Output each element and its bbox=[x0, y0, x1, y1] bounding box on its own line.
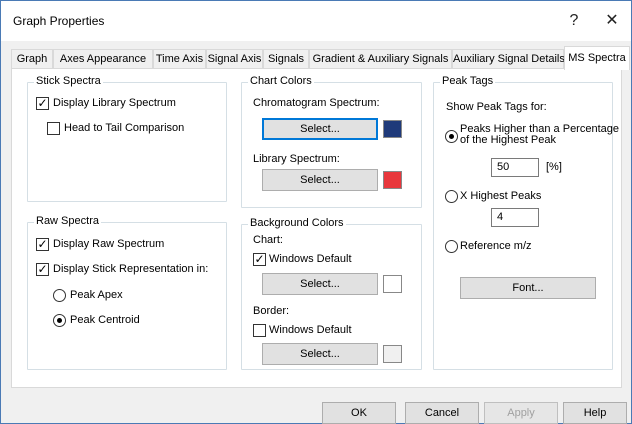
chart-bg-select-button[interactable]: Select... bbox=[262, 273, 378, 295]
tab-graph[interactable]: Graph bbox=[11, 49, 53, 69]
border-bg-label: Border: bbox=[253, 305, 290, 317]
display-library-label: Display Library Spectrum bbox=[53, 97, 176, 109]
border-bg-color-swatch bbox=[383, 345, 402, 363]
head-to-tail-label: Head to Tail Comparison bbox=[64, 122, 185, 134]
display-stick-label: Display Stick Representation in: bbox=[53, 263, 209, 275]
tab-ms-spectra[interactable]: MS Spectra bbox=[564, 46, 630, 70]
peak-centroid-label: Peak Centroid bbox=[70, 314, 140, 326]
chart-bg-color-swatch bbox=[383, 275, 402, 293]
peak-apex-radio[interactable] bbox=[53, 289, 66, 302]
reference-mz-label: Reference m/z bbox=[460, 240, 532, 252]
chart-colors-title: Chart Colors bbox=[248, 75, 314, 87]
display-stick-checkbox[interactable]: ✓ bbox=[36, 262, 49, 276]
window-title: Graph Properties bbox=[13, 14, 105, 28]
tab-gradient-auxiliary-signals[interactable]: Gradient & Auxiliary Signals bbox=[309, 49, 452, 69]
border-windows-default-label: Windows Default bbox=[269, 324, 352, 336]
display-raw-label: Display Raw Spectrum bbox=[53, 238, 165, 250]
apply-button[interactable]: Apply bbox=[484, 402, 558, 424]
tab-auxiliary-signal-details[interactable]: Auxiliary Signal Details bbox=[452, 49, 565, 69]
tab-signal-axis[interactable]: Signal Axis bbox=[206, 49, 263, 69]
graph-properties-dialog: Graph Properties ? ✕ Graph Axes Appearan… bbox=[0, 0, 632, 424]
head-to-tail-checkbox[interactable] bbox=[47, 122, 60, 135]
peak-tags-title: Peak Tags bbox=[440, 75, 496, 87]
help-button[interactable]: Help bbox=[563, 402, 627, 424]
peak-centroid-radio[interactable] bbox=[53, 314, 66, 327]
chart-windows-default-checkbox[interactable]: ✓ bbox=[253, 252, 266, 266]
raw-spectra-group: Raw Spectra ✓ Display Raw Spectrum ✓ Dis… bbox=[27, 215, 227, 370]
display-raw-checkbox[interactable]: ✓ bbox=[36, 237, 49, 251]
chromatogram-color-swatch bbox=[383, 120, 402, 138]
background-colors-title: Background Colors bbox=[248, 217, 346, 229]
font-button[interactable]: Font... bbox=[460, 277, 596, 299]
chromatogram-select-button[interactable]: Select... bbox=[262, 118, 378, 140]
peak-apex-label: Peak Apex bbox=[70, 289, 123, 301]
peak-tags-group: Peak Tags Show Peak Tags for: Peaks High… bbox=[433, 75, 619, 370]
display-library-checkbox[interactable]: ✓ bbox=[36, 96, 49, 110]
reference-mz-radio[interactable] bbox=[445, 240, 458, 253]
border-windows-default-checkbox[interactable] bbox=[253, 324, 266, 337]
percentage-input[interactable]: 50 bbox=[491, 158, 539, 177]
library-spectrum-label: Library Spectrum: bbox=[253, 153, 340, 165]
chart-colors-group: Chart Colors Chromatogram Spectrum: Sele… bbox=[241, 75, 422, 208]
border-bg-select-button[interactable]: Select... bbox=[262, 343, 378, 365]
x-highest-input[interactable]: 4 bbox=[491, 208, 539, 227]
show-peak-tags-label: Show Peak Tags for: bbox=[446, 101, 547, 113]
tab-time-axis[interactable]: Time Axis bbox=[153, 49, 206, 69]
help-icon[interactable]: ? bbox=[561, 9, 587, 33]
stick-spectra-title: Stick Spectra bbox=[34, 75, 103, 87]
tab-panel-ms-spectra: Stick Spectra ✓ Display Library Spectrum… bbox=[11, 68, 622, 388]
stick-spectra-group: Stick Spectra ✓ Display Library Spectrum… bbox=[27, 75, 227, 202]
tab-signals[interactable]: Signals bbox=[263, 49, 309, 69]
chromatogram-spectrum-label: Chromatogram Spectrum: bbox=[253, 97, 380, 109]
ok-button[interactable]: OK bbox=[322, 402, 396, 424]
percentage-peaks-radio[interactable] bbox=[445, 130, 458, 143]
x-highest-peaks-label: X Highest Peaks bbox=[460, 190, 542, 202]
chart-bg-label: Chart: bbox=[253, 234, 283, 246]
chart-windows-default-label: Windows Default bbox=[269, 253, 352, 265]
close-icon[interactable]: ✕ bbox=[599, 9, 625, 33]
title-bar: Graph Properties ? ✕ bbox=[1, 1, 631, 41]
library-color-swatch bbox=[383, 171, 402, 189]
cancel-button[interactable]: Cancel bbox=[405, 402, 479, 424]
raw-spectra-title: Raw Spectra bbox=[34, 215, 101, 227]
tab-axes-appearance[interactable]: Axes Appearance bbox=[53, 49, 153, 69]
library-select-button[interactable]: Select... bbox=[262, 169, 378, 191]
percentage-peaks-label-line2: of the Highest Peak bbox=[460, 134, 557, 146]
background-colors-group: Background Colors Chart: ✓ Windows Defau… bbox=[241, 217, 422, 370]
percentage-unit: [%] bbox=[546, 161, 562, 173]
x-highest-peaks-radio[interactable] bbox=[445, 190, 458, 203]
